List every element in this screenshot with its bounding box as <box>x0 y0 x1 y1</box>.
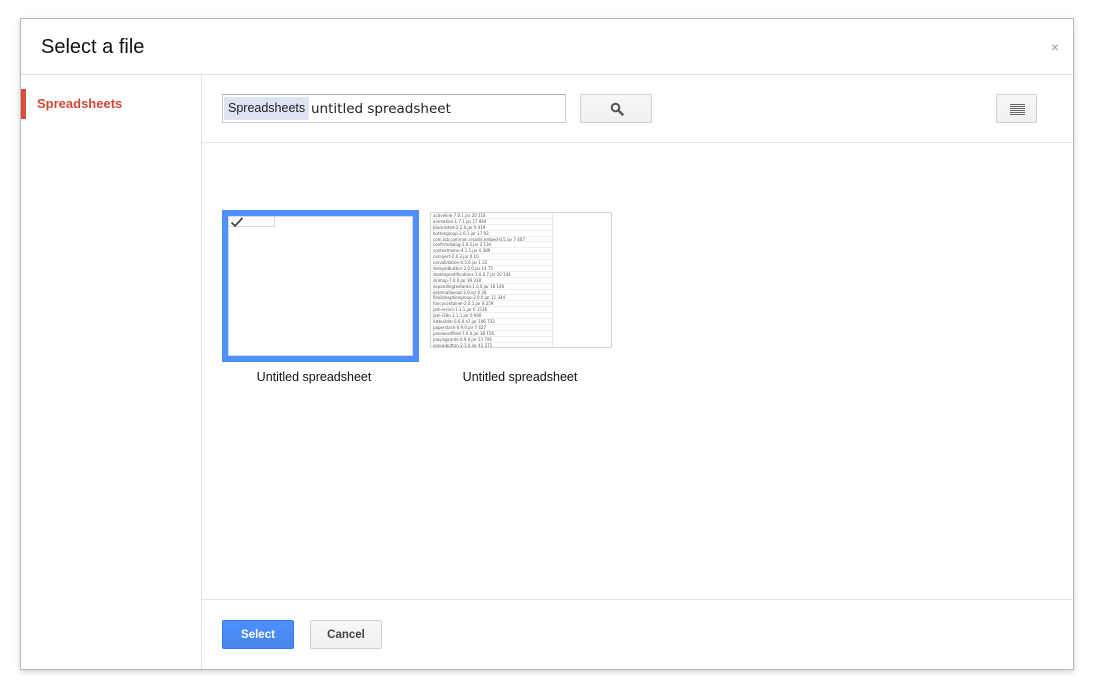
file-thumbnail-selected <box>222 210 419 362</box>
file-item[interactable]: Untitled spreadsheet <box>222 210 422 390</box>
list-view-icon <box>1010 104 1025 115</box>
search-toolbar: Spreadsheets <box>202 75 1073 143</box>
cancel-button[interactable]: Cancel <box>310 620 382 649</box>
main-panel: Spreadsheets untitled spreadsheet Untitl… <box>202 75 1073 669</box>
preview-row: popupbutton-2.1.0.jar 41 371 <box>431 343 552 347</box>
close-icon[interactable]: × <box>1051 39 1059 55</box>
search-button[interactable] <box>580 94 652 123</box>
dialog-title: Select a file <box>41 36 145 58</box>
sidebar-item-spreadsheets[interactable]: Spreadsheets <box>21 89 201 119</box>
search-scope-chip[interactable]: Spreadsheets <box>224 97 310 120</box>
file-name: Untitled spreadsheet <box>462 370 578 384</box>
file-name: Untitled spreadsheet <box>256 370 372 384</box>
list-view-button[interactable] <box>996 94 1037 123</box>
dialog-header: Select a file × <box>21 19 1073 75</box>
search-box[interactable]: Spreadsheets <box>222 94 566 123</box>
sidebar: Spreadsheets <box>21 75 202 669</box>
sidebar-item-label: Spreadsheets <box>37 96 123 111</box>
file-thumbnail: activelink-7.0.1.jar 20 118 animation-1.7… <box>430 212 612 348</box>
file-grid: Untitled spreadsheet activelink-7.0.1.ja… <box>202 144 1073 604</box>
select-button[interactable]: Select <box>222 620 294 649</box>
file-picker-dialog: Select a file × Spreadsheets Spreadsheet… <box>20 18 1074 670</box>
selection-checkbox[interactable] <box>229 217 275 228</box>
file-item[interactable]: activelink-7.0.1.jar 20 118 animation-1.7… <box>428 210 628 390</box>
dialog-footer: Select Cancel <box>202 599 1073 669</box>
search-icon <box>610 102 624 116</box>
checkmark-icon <box>230 217 244 228</box>
search-input[interactable] <box>311 98 561 120</box>
spreadsheet-preview: activelink-7.0.1.jar 20 118 animation-1.7… <box>431 213 553 347</box>
